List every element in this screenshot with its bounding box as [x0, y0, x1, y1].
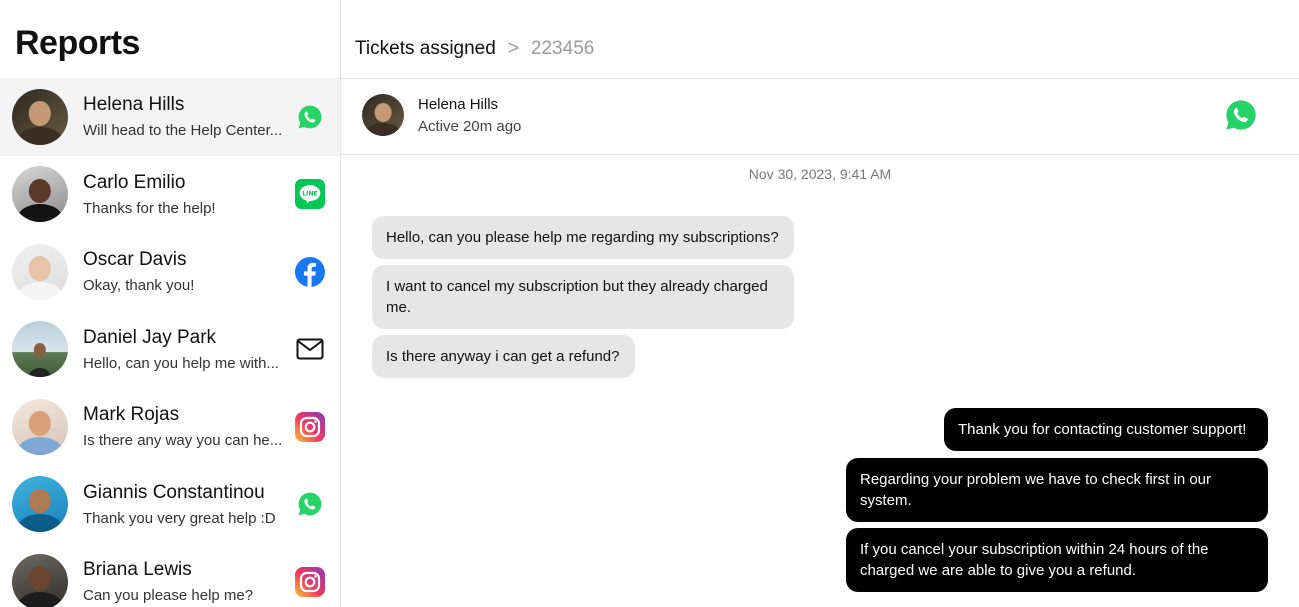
- chat-status: Active 20m ago: [418, 118, 522, 135]
- conversation-item[interactable]: Briana Lewis Can you please help me?: [0, 543, 340, 607]
- conversation-name: Daniel Jay Park: [83, 326, 217, 348]
- chat-header: Helena Hills Active 20m ago: [341, 79, 1299, 155]
- whatsapp-icon: [294, 488, 326, 520]
- facebook-icon: [294, 256, 326, 288]
- email-icon: [294, 333, 326, 365]
- app-window: Reports Helena Hills Will head to the He…: [0, 0, 1299, 607]
- breadcrumb-ticket-id: 223456: [530, 38, 595, 59]
- conversation-preview: Will head to the Help Center...: [83, 122, 283, 140]
- svg-text:LINE: LINE: [302, 191, 317, 198]
- instagram-icon: [294, 411, 326, 443]
- conversation-name: Oscar Davis: [83, 249, 187, 271]
- breadcrumb: Tickets assigned > 223456: [355, 38, 594, 60]
- conversation-list: Helena Hills Will head to the Help Cente…: [0, 78, 340, 607]
- avatar: [12, 166, 68, 223]
- whatsapp-icon: [294, 101, 326, 133]
- incoming-message: Is there anyway i can get a refund?: [372, 335, 635, 378]
- conversation-item[interactable]: Mark Rojas Is there any way you can he..…: [0, 388, 340, 466]
- avatar: [12, 243, 68, 300]
- whatsapp-icon[interactable]: [1223, 97, 1259, 133]
- conversation-name: Briana Lewis: [83, 559, 192, 581]
- message-timestamp: Nov 30, 2023, 9:41 AM: [748, 166, 892, 182]
- breadcrumb-separator: >: [507, 38, 519, 59]
- conversation-preview: Hello, can you help me with...: [83, 354, 279, 372]
- conversation-name: Mark Rojas: [83, 404, 180, 426]
- incoming-message: Hello, can you please help me regarding …: [372, 216, 794, 259]
- incoming-message: I want to cancel my subscription but the…: [372, 265, 794, 329]
- conversation-preview: Is there any way you can he...: [83, 432, 283, 450]
- avatar: [12, 88, 68, 145]
- sidebar: Reports Helena Hills Will head to the He…: [0, 0, 341, 607]
- chat-contact-name: Helena Hills: [418, 96, 499, 113]
- avatar: [12, 321, 68, 378]
- avatar[interactable]: [362, 94, 404, 136]
- chat-panel: Tickets assigned > 223456 Helena Hills A…: [341, 0, 1299, 607]
- conversation-name: Helena Hills: [83, 94, 185, 116]
- breadcrumb-root-link[interactable]: Tickets assigned: [355, 38, 496, 60]
- conversation-item[interactable]: Oscar Davis Okay, thank you!: [0, 233, 340, 311]
- conversation-preview: Can you please help me?: [83, 587, 254, 605]
- conversation-item[interactable]: Carlo Emilio Thanks for the help! LINE: [0, 156, 340, 234]
- instagram-icon: [294, 566, 326, 598]
- avatar: [12, 553, 68, 607]
- conversation-name: Giannis Constantinou: [83, 481, 265, 503]
- conversation-preview: Thanks for the help!: [83, 199, 216, 217]
- outgoing-message: Thank you for contacting customer suppor…: [944, 408, 1268, 451]
- outgoing-message: If you cancel your subscription within 2…: [846, 528, 1268, 592]
- conversation-preview: Okay, thank you!: [83, 277, 195, 295]
- conversation-name: Carlo Emilio: [83, 171, 186, 193]
- line-icon: LINE: [294, 178, 326, 210]
- avatar: [12, 476, 68, 533]
- avatar: [12, 398, 68, 455]
- conversation-item[interactable]: Giannis Constantinou Thank you very grea…: [0, 466, 340, 544]
- outgoing-message: Regarding your problem we have to check …: [846, 458, 1268, 522]
- conversation-preview: Thank you very great help :D: [83, 509, 276, 527]
- sidebar-title: Reports: [15, 24, 140, 62]
- conversation-item[interactable]: Daniel Jay Park Hello, can you help me w…: [0, 311, 340, 389]
- conversation-item[interactable]: Helena Hills Will head to the Help Cente…: [0, 78, 340, 156]
